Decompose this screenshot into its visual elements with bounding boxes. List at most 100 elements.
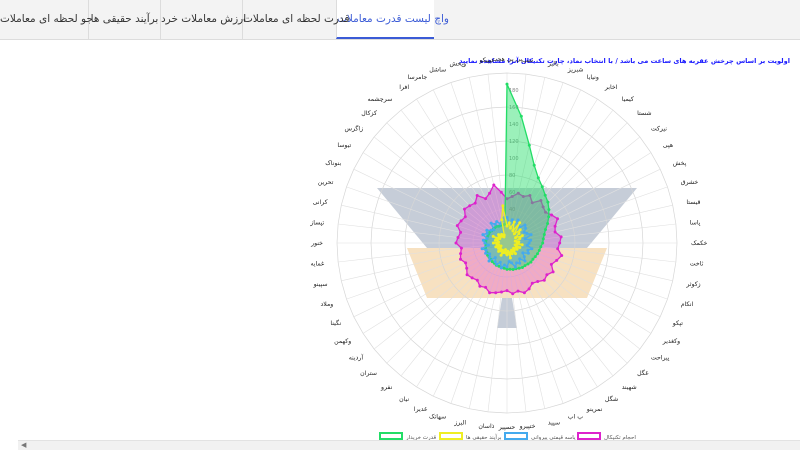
symbol-label[interactable]: ثاخت [690,261,704,268]
series-green-point[interactable] [541,241,545,245]
series-blue-point[interactable] [485,237,489,240]
symbol-label[interactable]: وملاد [321,301,334,308]
series-blue-point[interactable] [522,230,526,234]
series-blue-point[interactable] [493,260,497,264]
series-blue-point[interactable] [526,251,530,255]
series-yellow-point[interactable] [500,218,504,222]
symbol-label[interactable]: غمایه [310,261,325,268]
symbol-label[interactable]: شبریز [567,66,584,73]
series-green-point[interactable] [523,264,527,268]
series-green-point[interactable] [533,255,537,259]
series-yellow-point[interactable] [496,246,500,250]
series-magenta-point[interactable] [475,278,479,282]
series-blue-point[interactable] [488,255,492,259]
symbol-label[interactable]: تیوسا [337,142,351,149]
symbol-label[interactable]: بالبر [547,61,559,68]
series-yellow-point[interactable] [507,221,511,225]
series-magenta-point[interactable] [505,289,509,293]
symbol-label[interactable]: نیرکت [651,125,667,132]
symbol-label[interactable]: نمرینو [586,406,603,413]
series-green-point[interactable] [520,266,524,269]
series-magenta-point[interactable] [556,217,559,221]
series-green-point[interactable] [529,260,533,264]
symbol-label[interactable]: آردینه [349,353,364,362]
series-blue-point[interactable] [507,260,511,264]
symbol-label[interactable]: پیراحت [651,355,670,362]
series-green-point[interactable] [547,208,551,212]
symbol-label[interactable]: پخش [673,160,687,167]
symbol-label[interactable]: نگینا [330,319,341,327]
series-yellow-point[interactable] [517,232,521,235]
series-magenta-point[interactable] [542,278,546,282]
symbol-label[interactable]: ساشل [429,66,446,73]
symbol-label[interactable]: خنور [310,240,323,247]
series-yellow-point[interactable] [515,247,519,251]
series-yellow-point[interactable] [514,252,517,256]
symbol-label[interactable]: شستا [637,110,651,117]
series-green-point[interactable] [526,262,530,266]
symbol-label[interactable]: پی پی هجت [491,56,522,63]
series-blue-point[interactable] [510,218,514,222]
symbol-label[interactable]: تحرین [318,179,334,186]
series-magenta-point[interactable] [455,224,459,228]
series-blue-point[interactable] [518,257,522,261]
series-blue-point[interactable] [529,238,533,242]
series-magenta-point[interactable] [522,291,526,295]
series-blue-point[interactable] [513,265,517,269]
legend-swatch-yellow[interactable] [439,432,463,440]
symbol-label[interactable]: زکوثر [685,281,700,288]
series-yellow-point[interactable] [494,245,498,249]
series-green-point[interactable] [532,163,536,167]
series-green-point[interactable] [547,215,551,219]
series-magenta-point[interactable] [475,194,479,197]
symbol-label[interactable]: پاسا [690,219,701,226]
series-magenta-point[interactable] [553,230,557,234]
series-magenta-point[interactable] [459,257,462,261]
series-yellow-point[interactable] [501,204,505,208]
series-blue-point[interactable] [530,247,534,251]
series-blue-point[interactable] [486,243,490,247]
series-magenta-point[interactable] [484,285,488,289]
series-blue-point[interactable] [516,218,520,222]
symbol-label[interactable]: سپید [548,419,560,426]
series-green-point[interactable] [536,176,540,180]
series-yellow-point[interactable] [502,233,506,237]
series-yellow-point[interactable] [508,256,512,260]
series-blue-point[interactable] [529,233,533,237]
series-blue-point[interactable] [524,226,528,230]
series-magenta-point[interactable] [488,291,492,295]
series-green-point[interactable] [531,257,535,261]
symbol-label[interactable]: ذاسان [478,423,494,430]
series-magenta-point[interactable] [553,224,557,228]
series-magenta-point[interactable] [463,207,466,211]
series-magenta-point[interactable] [464,261,468,265]
symbol-label[interactable]: خکمک [691,240,708,247]
symbol-label[interactable]: غدیرا [414,406,428,413]
series-blue-point[interactable] [485,228,489,232]
series-blue-point[interactable] [487,259,491,263]
symbol-label[interactable]: البرز [453,419,466,426]
series-blue-point[interactable] [495,262,499,266]
series-blue-point[interactable] [505,265,509,269]
series-green-point[interactable] [505,82,509,86]
series-magenta-point[interactable] [459,246,463,250]
series-blue-point[interactable] [492,228,496,232]
series-magenta-point[interactable] [549,262,553,266]
tab-retail-value[interactable]: ارزش معاملات خرد [160,0,246,39]
legend-swatch-green[interactable] [379,432,403,440]
series-blue-point[interactable] [503,263,506,267]
series-blue-point[interactable] [523,259,527,263]
symbol-label[interactable]: غگل [637,369,649,377]
series-blue-point[interactable] [498,260,502,264]
series-magenta-point[interactable] [488,191,492,195]
symbol-label[interactable]: تیپیکو [478,57,493,64]
series-green-point[interactable] [511,268,515,271]
series-green-point[interactable] [537,248,541,252]
series-blue-point[interactable] [484,251,488,255]
series-blue-point[interactable] [483,241,487,245]
series-blue-point[interactable] [480,247,484,251]
series-blue-point[interactable] [525,231,529,235]
series-yellow-point[interactable] [512,232,516,236]
symbol-label[interactable]: سپینو [313,281,328,288]
series-magenta-point[interactable] [550,213,554,217]
